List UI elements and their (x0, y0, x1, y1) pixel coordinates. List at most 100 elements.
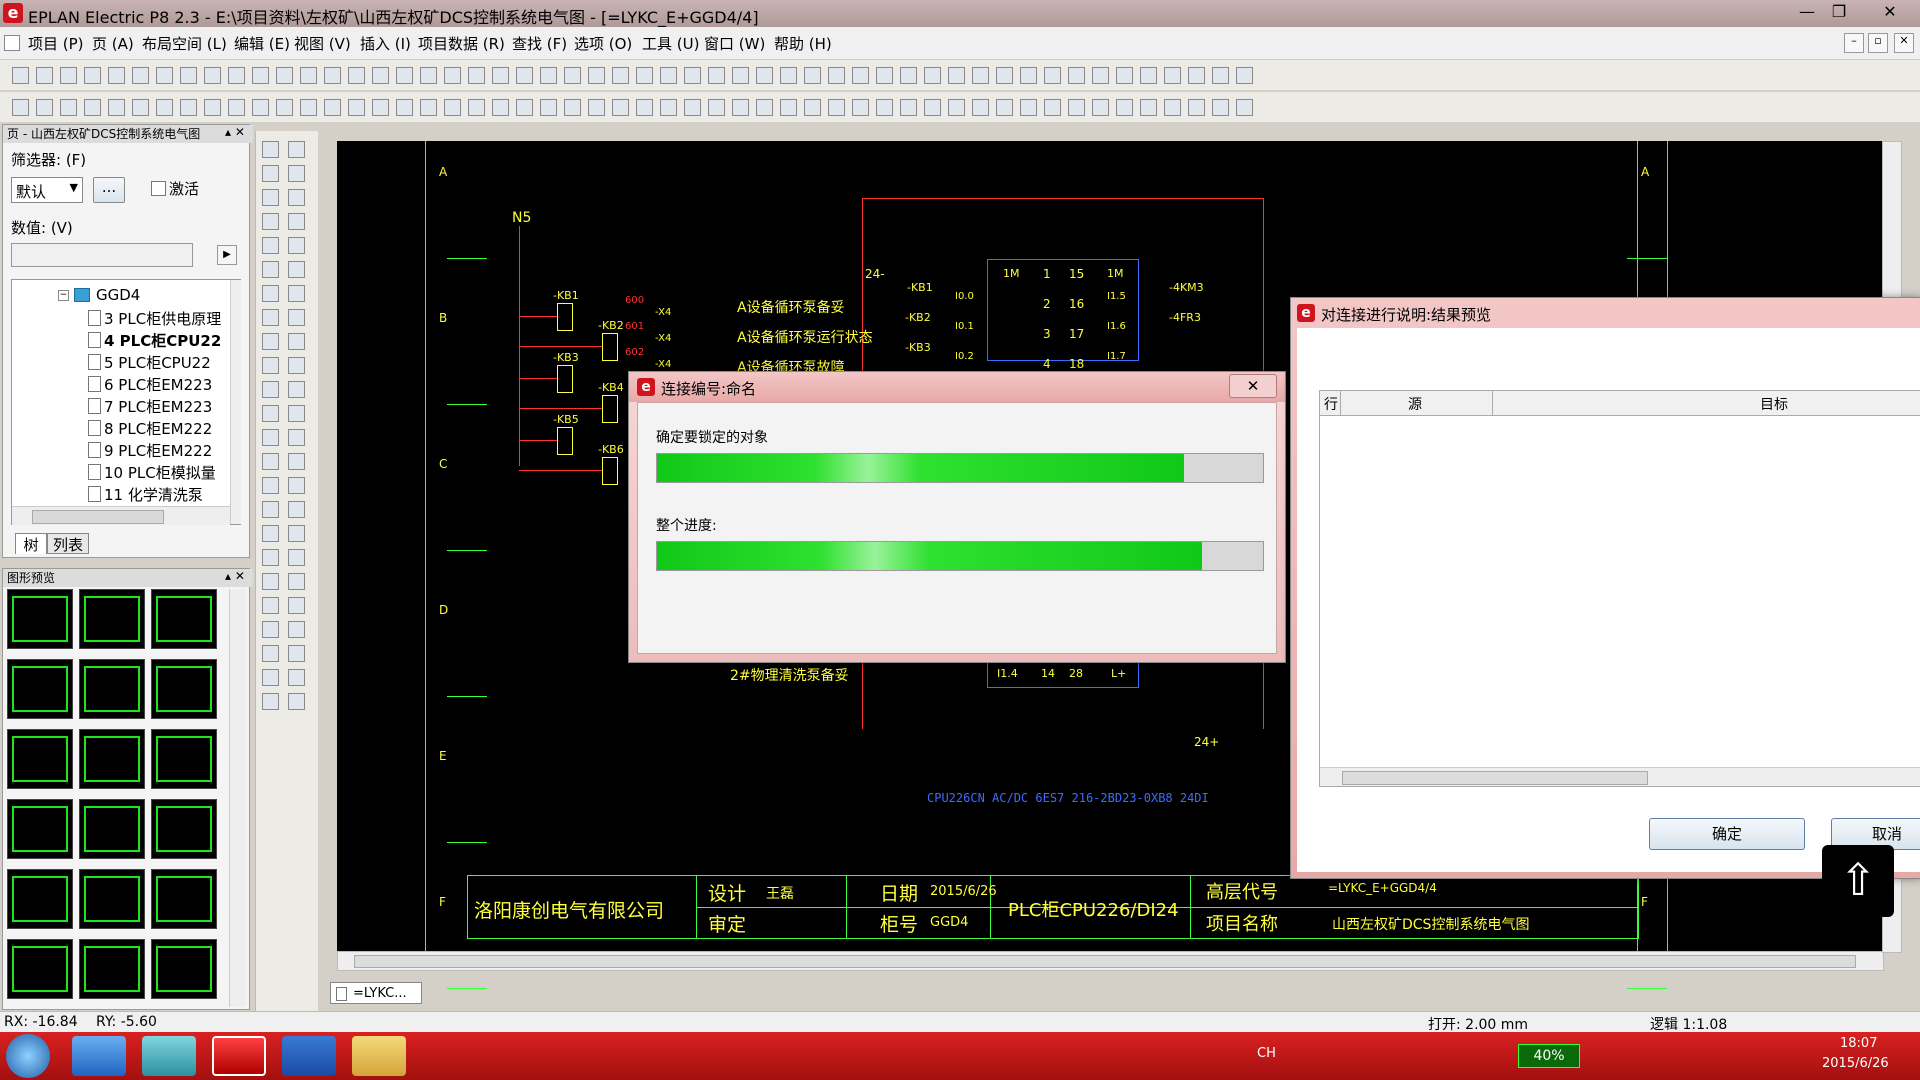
draw-tool-icon[interactable] (288, 645, 305, 662)
col-row[interactable]: 行 (1324, 394, 1338, 414)
page-thumbnail[interactable] (151, 939, 217, 999)
toolbar-tool-icon[interactable] (132, 67, 149, 84)
draw-tool-icon[interactable] (262, 573, 279, 590)
folder-icon[interactable] (352, 1036, 406, 1076)
draw-tool-icon[interactable] (288, 525, 305, 542)
toolbar-tool-icon[interactable] (252, 99, 269, 116)
mdi-restore-button[interactable]: ▫ (1868, 33, 1888, 53)
draw-tool-icon[interactable] (288, 357, 305, 374)
tab-tree[interactable]: 树 (15, 533, 47, 554)
tree-item-page[interactable]: 6 PLC柜EM223 (104, 374, 212, 395)
menu-options[interactable]: 选项 (O) (574, 33, 632, 54)
app-icon[interactable] (142, 1036, 196, 1076)
draw-tool-icon[interactable] (288, 501, 305, 518)
tree-vscrollbar[interactable] (230, 280, 241, 524)
tree-root-label[interactable]: GGD4 (96, 286, 140, 304)
draw-tool-icon[interactable] (262, 669, 279, 686)
toolbar-tool-icon[interactable] (876, 99, 893, 116)
toolbar-tool-icon[interactable] (756, 99, 773, 116)
toolbar-tool-icon[interactable] (492, 67, 509, 84)
toolbar-tool-icon[interactable] (36, 99, 53, 116)
toolbar-tool-icon[interactable] (180, 67, 197, 84)
toolbar-tool-icon[interactable] (780, 99, 797, 116)
col-source[interactable]: 源 (1408, 394, 1422, 414)
toolbar-tool-icon[interactable] (276, 99, 293, 116)
toolbar-tool-icon[interactable] (900, 99, 917, 116)
toolbar-tool-icon[interactable] (444, 99, 461, 116)
page-thumbnail[interactable] (79, 589, 145, 649)
value-go-button[interactable]: ▶ (217, 245, 237, 265)
toolbar-tool-icon[interactable] (1212, 99, 1229, 116)
tab-list[interactable]: 列表 (47, 533, 89, 554)
menu-layout-space[interactable]: 布局空间 (L) (142, 33, 227, 54)
progress-dialog-close[interactable]: ✕ (1229, 374, 1277, 398)
menu-view[interactable]: 视图 (V) (294, 33, 351, 54)
toolbar-tool-icon[interactable] (732, 99, 749, 116)
toolbar-tool-icon[interactable] (204, 99, 221, 116)
toolbar-tool-icon[interactable] (324, 67, 341, 84)
toolbar-tool-icon[interactable] (444, 67, 461, 84)
toolbar-tool-icon[interactable] (516, 67, 533, 84)
toolbar-tool-icon[interactable] (1212, 67, 1229, 84)
toolbar-tool-icon[interactable] (1140, 99, 1157, 116)
toolbar-tool-icon[interactable] (660, 99, 677, 116)
home-up-icon[interactable]: ⇧ (1822, 845, 1894, 917)
toolbar-tool-icon[interactable] (540, 67, 557, 84)
tree-item-page[interactable]: 3 PLC柜供电原理 (104, 308, 221, 329)
toolbar-tool-icon[interactable] (876, 67, 893, 84)
draw-tool-icon[interactable] (288, 261, 305, 278)
toolbar-tool-icon[interactable] (156, 99, 173, 116)
toolbar-tool-icon[interactable] (348, 99, 365, 116)
clock-date[interactable]: 2015/6/26 (1822, 1056, 1889, 1071)
toolbar-tool-icon[interactable] (972, 99, 989, 116)
toolbar-tool-icon[interactable] (108, 67, 125, 84)
result-table-hscrollbar[interactable] (1320, 767, 1920, 786)
toolbar-tool-icon[interactable] (564, 99, 581, 116)
toolbar-tool-icon[interactable] (84, 67, 101, 84)
toolbar-tool-icon[interactable] (420, 67, 437, 84)
draw-tool-icon[interactable] (288, 189, 305, 206)
tree-item-page[interactable]: 4 PLC柜CPU22 (104, 330, 221, 351)
toolbar-tool-icon[interactable] (948, 67, 965, 84)
draw-tool-icon[interactable] (262, 621, 279, 638)
tree-collapse-icon[interactable]: − (58, 290, 69, 301)
page-thumbnail[interactable] (7, 659, 73, 719)
ime-indicator[interactable]: CH (1257, 1046, 1276, 1061)
clock-time[interactable]: 18:07 (1840, 1036, 1877, 1051)
page-thumbnail[interactable] (151, 589, 217, 649)
toolbar-tool-icon[interactable] (636, 99, 653, 116)
toolbar-tool-icon[interactable] (1140, 67, 1157, 84)
toolbar-tool-icon[interactable] (852, 99, 869, 116)
toolbar-tool-icon[interactable] (204, 67, 221, 84)
toolbar-tool-icon[interactable] (852, 67, 869, 84)
toolbar-tool-icon[interactable] (948, 99, 965, 116)
toolbar-tool-icon[interactable] (228, 99, 245, 116)
menu-insert[interactable]: 插入 (I) (360, 33, 411, 54)
toolbar-tool-icon[interactable] (180, 99, 197, 116)
page-thumbnail[interactable] (79, 659, 145, 719)
draw-tool-icon[interactable] (262, 501, 279, 518)
page-thumbnail[interactable] (151, 659, 217, 719)
toolbar-tool-icon[interactable] (828, 99, 845, 116)
toolbar-tool-icon[interactable] (1188, 67, 1205, 84)
draw-tool-icon[interactable] (262, 213, 279, 230)
preview-pin-icon[interactable]: ▴ ✕ (225, 569, 245, 583)
toolbar-tool-icon[interactable] (708, 67, 725, 84)
draw-tool-icon[interactable] (262, 429, 279, 446)
draw-tool-icon[interactable] (288, 669, 305, 686)
toolbar-tool-icon[interactable] (924, 99, 941, 116)
page-thumbnail[interactable] (7, 729, 73, 789)
draw-tool-icon[interactable] (262, 453, 279, 470)
toolbar-tool-icon[interactable] (588, 99, 605, 116)
page-thumbnail[interactable] (79, 729, 145, 789)
draw-tool-icon[interactable] (262, 645, 279, 662)
draw-tool-icon[interactable] (288, 429, 305, 446)
page-thumbnail[interactable] (79, 939, 145, 999)
toolbar-tool-icon[interactable] (804, 99, 821, 116)
eplan-taskbar-icon[interactable] (212, 1036, 266, 1076)
draw-tool-icon[interactable] (288, 213, 305, 230)
col-target[interactable]: 目标 (1760, 394, 1788, 414)
draw-tool-icon[interactable] (262, 285, 279, 302)
draw-tool-icon[interactable] (288, 309, 305, 326)
toolbar-tool-icon[interactable] (468, 99, 485, 116)
